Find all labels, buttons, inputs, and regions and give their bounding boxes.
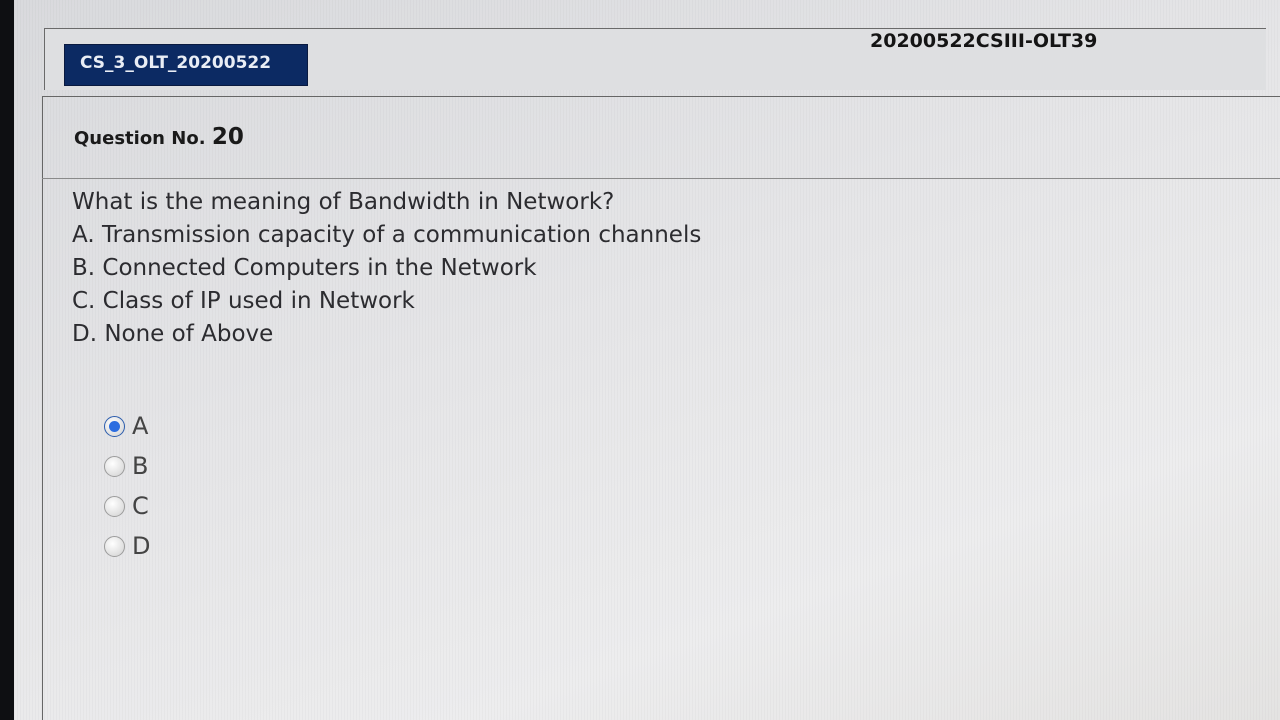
choice-a-text: A. Transmission capacity of a communicat… [72, 222, 702, 248]
question-number: Question No. 20 [74, 124, 244, 150]
test-code: 20200522CSIII-OLT39 [870, 30, 1098, 52]
radio-button-a[interactable] [104, 415, 125, 437]
question-text: What is the meaning of Bandwidth in Netw… [72, 189, 615, 215]
exam-badge-label: CS_3_OLT_20200522 [80, 53, 272, 73]
radio-button-d[interactable] [104, 535, 125, 557]
option-label-d[interactable]: D [132, 532, 150, 560]
option-label-c[interactable]: C [132, 492, 149, 520]
choice-b-text: B. Connected Computers in the Network [72, 255, 537, 281]
choice-c-text: C. Class of IP used in Network [72, 288, 415, 314]
answer-option-d[interactable]: D [104, 526, 150, 566]
answer-options: A B C D [104, 406, 150, 566]
question-number-label: Question No. [74, 128, 206, 149]
radio-button-b[interactable] [104, 455, 125, 477]
radio-button-c[interactable] [104, 495, 125, 517]
answer-option-c[interactable]: C [104, 486, 150, 526]
choice-d-text: D. None of Above [72, 321, 274, 347]
option-label-b[interactable]: B [132, 452, 148, 480]
answer-option-a[interactable]: A [104, 406, 150, 446]
option-label-a[interactable]: A [132, 412, 148, 440]
question-body: What is the meaning of Bandwidth in Netw… [72, 186, 701, 351]
question-number-value: 20 [211, 124, 244, 150]
answer-option-b[interactable]: B [104, 446, 150, 486]
divider [42, 178, 1280, 179]
